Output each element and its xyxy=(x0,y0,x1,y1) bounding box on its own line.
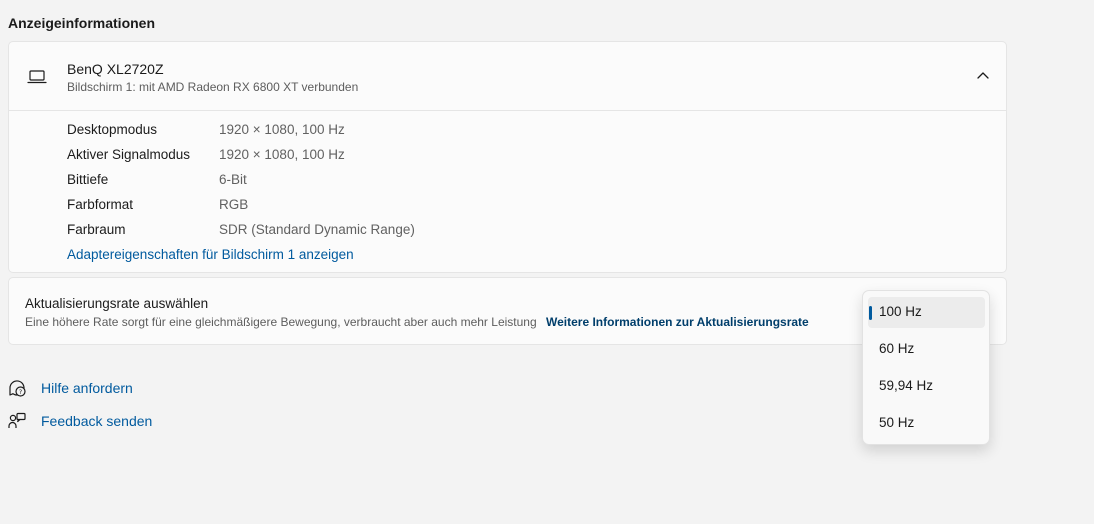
property-label: Aktiver Signalmodus xyxy=(67,147,191,162)
property-value: 6-Bit xyxy=(219,172,247,187)
feedback-icon xyxy=(8,412,26,428)
refresh-rate-title: Aktualisierungsrate auswählen xyxy=(25,296,209,311)
option-label: 59,94 Hz xyxy=(879,378,934,393)
display-properties: Desktopmodus 1920 × 1080, 100 Hz Aktiver… xyxy=(67,120,667,245)
property-label: Farbformat xyxy=(67,197,134,212)
monitor-card: BenQ XL2720Z Bildschirm 1: mit AMD Radeo… xyxy=(8,41,1007,273)
refresh-rate-option-100[interactable]: 100 Hz xyxy=(868,297,985,328)
chevron-up-icon[interactable] xyxy=(974,67,992,85)
feedback-link-row[interactable]: Feedback senden xyxy=(8,411,308,433)
feedback-link[interactable]: Feedback senden xyxy=(41,413,152,429)
help-link-row[interactable]: ? Hilfe anfordern xyxy=(8,378,308,400)
property-row: Farbformat RGB xyxy=(67,195,667,220)
option-label: 100 Hz xyxy=(879,304,922,319)
laptop-icon xyxy=(27,70,47,84)
property-value: 1920 × 1080, 100 Hz xyxy=(219,147,345,162)
monitor-card-header[interactable]: BenQ XL2720Z Bildschirm 1: mit AMD Radeo… xyxy=(9,42,1006,111)
refresh-rate-more-info-link[interactable]: Weitere Informationen zur Aktualisierung… xyxy=(546,315,809,329)
monitor-name: BenQ XL2720Z xyxy=(67,61,164,77)
property-row: Aktiver Signalmodus 1920 × 1080, 100 Hz xyxy=(67,145,667,170)
refresh-rate-card: Aktualisierungsrate auswählen Eine höher… xyxy=(8,277,1007,345)
refresh-rate-description-text: Eine höhere Rate sorgt für eine gleichmä… xyxy=(25,315,537,329)
property-label: Farbraum xyxy=(67,222,126,237)
help-link[interactable]: Hilfe anfordern xyxy=(41,380,133,396)
property-value: RGB xyxy=(219,197,249,212)
refresh-rate-option-5994[interactable]: 59,94 Hz xyxy=(868,371,985,402)
refresh-rate-dropdown[interactable]: 100 Hz 60 Hz 59,94 Hz 50 Hz xyxy=(862,290,990,445)
property-value: SDR (Standard Dynamic Range) xyxy=(219,222,415,237)
property-row: Bittiefe 6-Bit xyxy=(67,170,667,195)
property-row: Desktopmodus 1920 × 1080, 100 Hz xyxy=(67,120,667,145)
refresh-rate-description: Eine höhere Rate sorgt für eine gleichmä… xyxy=(25,315,809,329)
svg-text:?: ? xyxy=(19,388,22,396)
property-label: Desktopmodus xyxy=(67,122,158,137)
option-label: 60 Hz xyxy=(879,341,915,356)
refresh-rate-option-60[interactable]: 60 Hz xyxy=(868,334,985,365)
adapter-properties-link[interactable]: Adaptereigenschaften für Bildschirm 1 an… xyxy=(67,247,354,262)
property-row: Farbraum SDR (Standard Dynamic Range) xyxy=(67,220,667,245)
section-title: Anzeigeinformationen xyxy=(8,15,156,31)
option-label: 50 Hz xyxy=(879,415,915,430)
monitor-subtitle: Bildschirm 1: mit AMD Radeon RX 6800 XT … xyxy=(67,80,359,94)
property-label: Bittiefe xyxy=(67,172,109,187)
property-value: 1920 × 1080, 100 Hz xyxy=(219,122,345,137)
help-chat-icon: ? xyxy=(9,380,26,397)
refresh-rate-option-50[interactable]: 50 Hz xyxy=(868,408,985,439)
